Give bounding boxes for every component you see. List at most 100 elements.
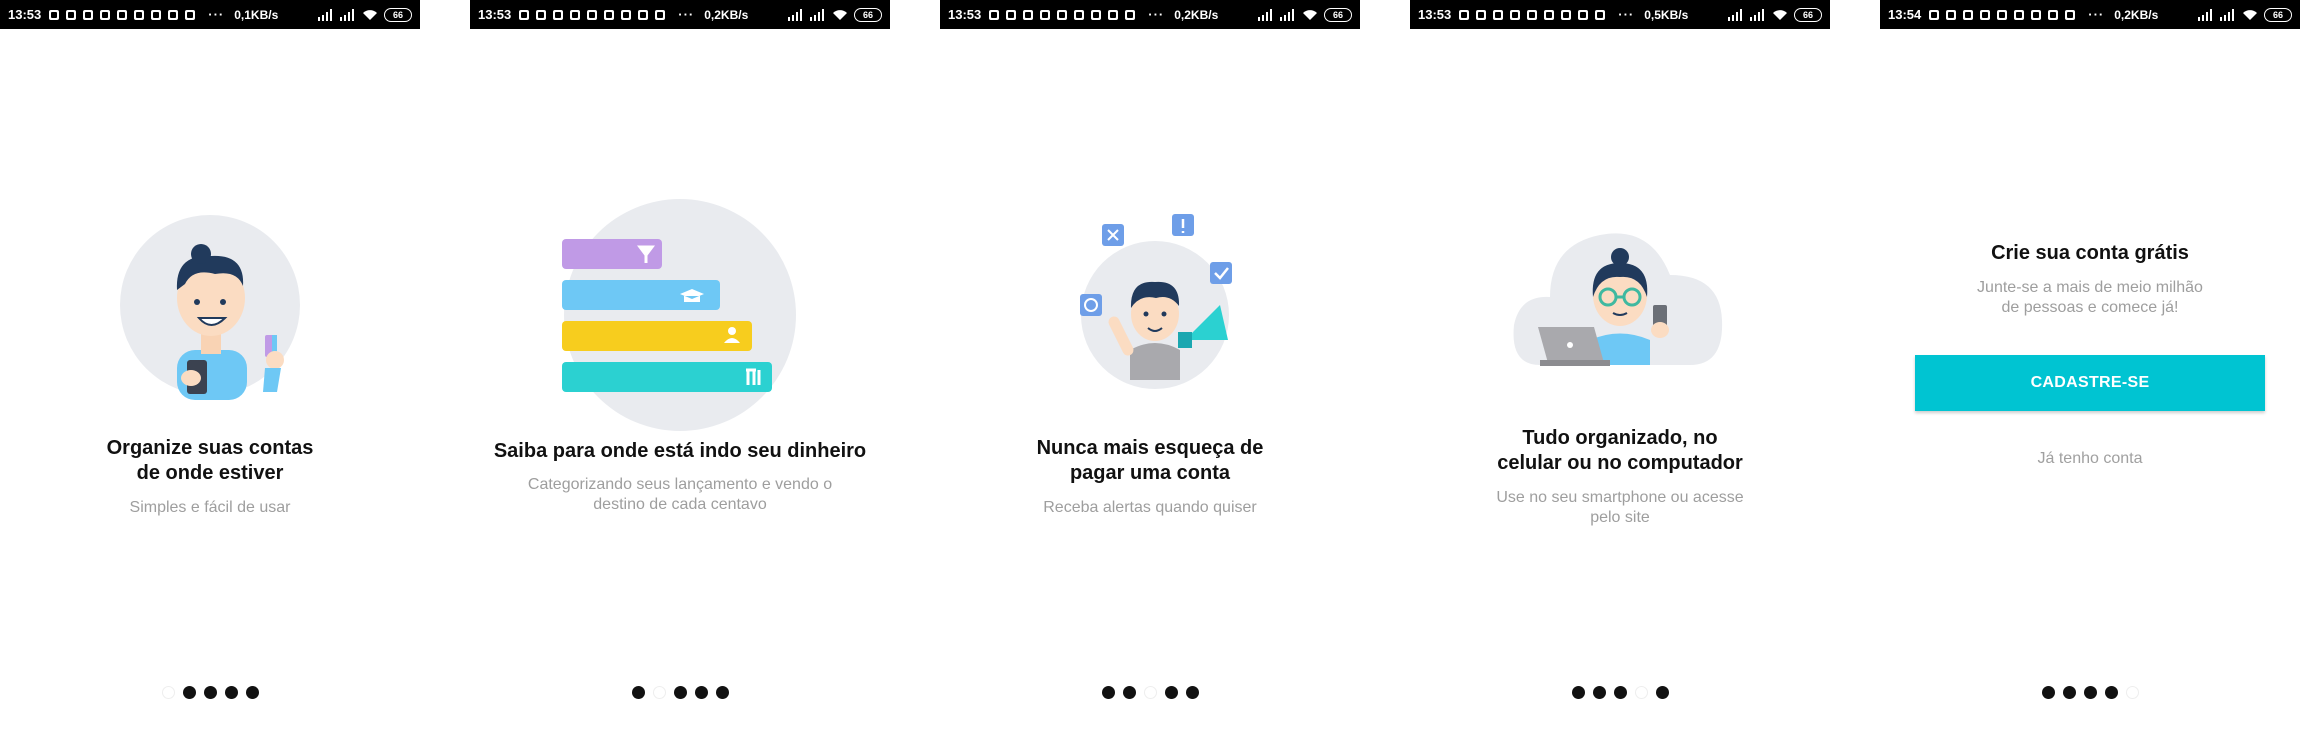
status-time: 13:53: [478, 7, 512, 22]
page-dot[interactable]: [245, 686, 259, 699]
status-time: 13:53: [8, 7, 42, 22]
screen-title: Saiba para onde está indo seu dinheiro: [493, 440, 867, 462]
wifi-icon: [833, 9, 847, 20]
page-dot[interactable]: [2062, 686, 2076, 699]
signal-icon: [2220, 8, 2234, 21]
facebook-icon: [47, 8, 60, 21]
illustration-person-phone-card: [120, 215, 300, 400]
page-dot[interactable]: [1592, 686, 1606, 699]
login-link[interactable]: Já tenho conta: [1880, 450, 2300, 468]
linkedin-icon: [636, 8, 649, 21]
page-dot[interactable]: [1655, 686, 1669, 699]
youtube-icon: [2063, 8, 2076, 21]
page-indicator: [940, 686, 1360, 699]
page-dot-active[interactable]: [161, 686, 175, 699]
link-icon: [1072, 8, 1085, 21]
chat-icon: [551, 8, 564, 21]
network-speed: 0,1KB/s: [234, 7, 279, 22]
status-time: 13:54: [1888, 7, 1922, 22]
network-speed: 0,5KB/s: [1644, 7, 1689, 22]
illustration-woman-laptop-cloud: [1513, 233, 1723, 366]
page-dot[interactable]: [1122, 686, 1136, 699]
page-dot[interactable]: [694, 686, 708, 699]
linkedin-icon: [2046, 8, 2059, 21]
battery-icon: 66: [1324, 7, 1352, 22]
chat-icon: [1474, 8, 1487, 21]
onboarding-screen-1: 13:53 ··· 0,1KB/s 66 Organize suas conta…: [0, 0, 420, 746]
whatsapp-icon: [585, 8, 598, 21]
chat-icon: [1508, 8, 1521, 21]
status-bar: 13:53 ··· 0,2KB/s 66: [470, 0, 890, 29]
notification-icons: [517, 8, 666, 21]
wifi-icon: [363, 9, 377, 20]
signal-icon: [1258, 8, 1272, 21]
page-dot[interactable]: [224, 686, 238, 699]
status-time: 13:53: [948, 7, 982, 22]
onboarding-screen-3: 13:53 ··· 0,2KB/s 66 Nunca mais esqueça …: [940, 0, 1360, 746]
chat-icon: [1021, 8, 1034, 21]
screen-subtitle: Junte-se a mais de meio milhão de pessoa…: [1977, 279, 2203, 316]
page-dot[interactable]: [2083, 686, 2097, 699]
battery-icon: 66: [384, 7, 412, 22]
page-dot-active[interactable]: [1634, 686, 1648, 699]
more-icon: ···: [1148, 7, 1165, 22]
wifi-icon: [1303, 9, 1317, 20]
more-icon: ···: [208, 7, 225, 22]
signal-icon: [2198, 8, 2212, 21]
link-icon: [1542, 8, 1555, 21]
page-dot[interactable]: [182, 686, 196, 699]
page-dot[interactable]: [1101, 686, 1115, 699]
system-icons: 66: [2198, 7, 2292, 22]
chat-icon: [1978, 8, 1991, 21]
page-dot[interactable]: [203, 686, 217, 699]
page-dot[interactable]: [1185, 686, 1199, 699]
page-dot[interactable]: [1613, 686, 1627, 699]
battery-icon: 66: [1794, 7, 1822, 22]
notification-icons: [1457, 8, 1606, 21]
page-dot[interactable]: [673, 686, 687, 699]
status-bar: 13:53 ··· 0,5KB/s 66: [1410, 0, 1830, 29]
page-dot-active[interactable]: [652, 686, 666, 699]
more-icon: ···: [2088, 7, 2105, 22]
page-dot[interactable]: [715, 686, 729, 699]
page-dot-active[interactable]: [2125, 686, 2139, 699]
page-dot[interactable]: [2041, 686, 2055, 699]
chat-icon: [98, 8, 111, 21]
page-indicator: [1410, 686, 1830, 699]
page-indicator: [0, 686, 420, 699]
status-bar: 13:53 ··· 0,1KB/s 66: [0, 0, 420, 29]
chat-icon: [534, 8, 547, 21]
facebook-icon: [1927, 8, 1940, 21]
network-speed: 0,2KB/s: [704, 7, 749, 22]
chat-icon: [1004, 8, 1017, 21]
signal-icon: [788, 8, 802, 21]
more-icon: ···: [1618, 7, 1635, 22]
page-dot[interactable]: [1164, 686, 1178, 699]
youtube-icon: [183, 8, 196, 21]
page-dot-active[interactable]: [1143, 686, 1157, 699]
battery-icon: 66: [2264, 7, 2292, 22]
system-icons: 66: [318, 7, 412, 22]
onboarding-screen-4: 13:53 ··· 0,5KB/s 66 Tudo organizado, no…: [1410, 0, 1830, 746]
youtube-icon: [1123, 8, 1136, 21]
onboarding-screen-2: 13:53 ··· 0,2KB/s 66 Saiba para onde est…: [470, 0, 890, 746]
chat-icon: [64, 8, 77, 21]
youtube-icon: [653, 8, 666, 21]
battery-icon: 66: [854, 7, 882, 22]
chat-icon: [81, 8, 94, 21]
linkedin-icon: [1106, 8, 1119, 21]
illustration-alerts-megaphone: [1080, 214, 1232, 389]
onboarding-screen-5: 13:54 ··· 0,2KB/s 66 Crie sua conta grát…: [1880, 0, 2300, 746]
page-dot[interactable]: [631, 686, 645, 699]
page-indicator: [1880, 686, 2300, 699]
signup-button[interactable]: CADASTRE-SE: [1915, 355, 2265, 411]
page-dot[interactable]: [2104, 686, 2118, 699]
chat-icon: [1038, 8, 1051, 21]
link-icon: [2012, 8, 2025, 21]
notification-icons: [1927, 8, 2076, 21]
signal-icon: [1750, 8, 1764, 21]
whatsapp-icon: [115, 8, 128, 21]
whatsapp-icon: [1995, 8, 2008, 21]
page-dot[interactable]: [1571, 686, 1585, 699]
illustration-category-bars: [562, 199, 796, 431]
